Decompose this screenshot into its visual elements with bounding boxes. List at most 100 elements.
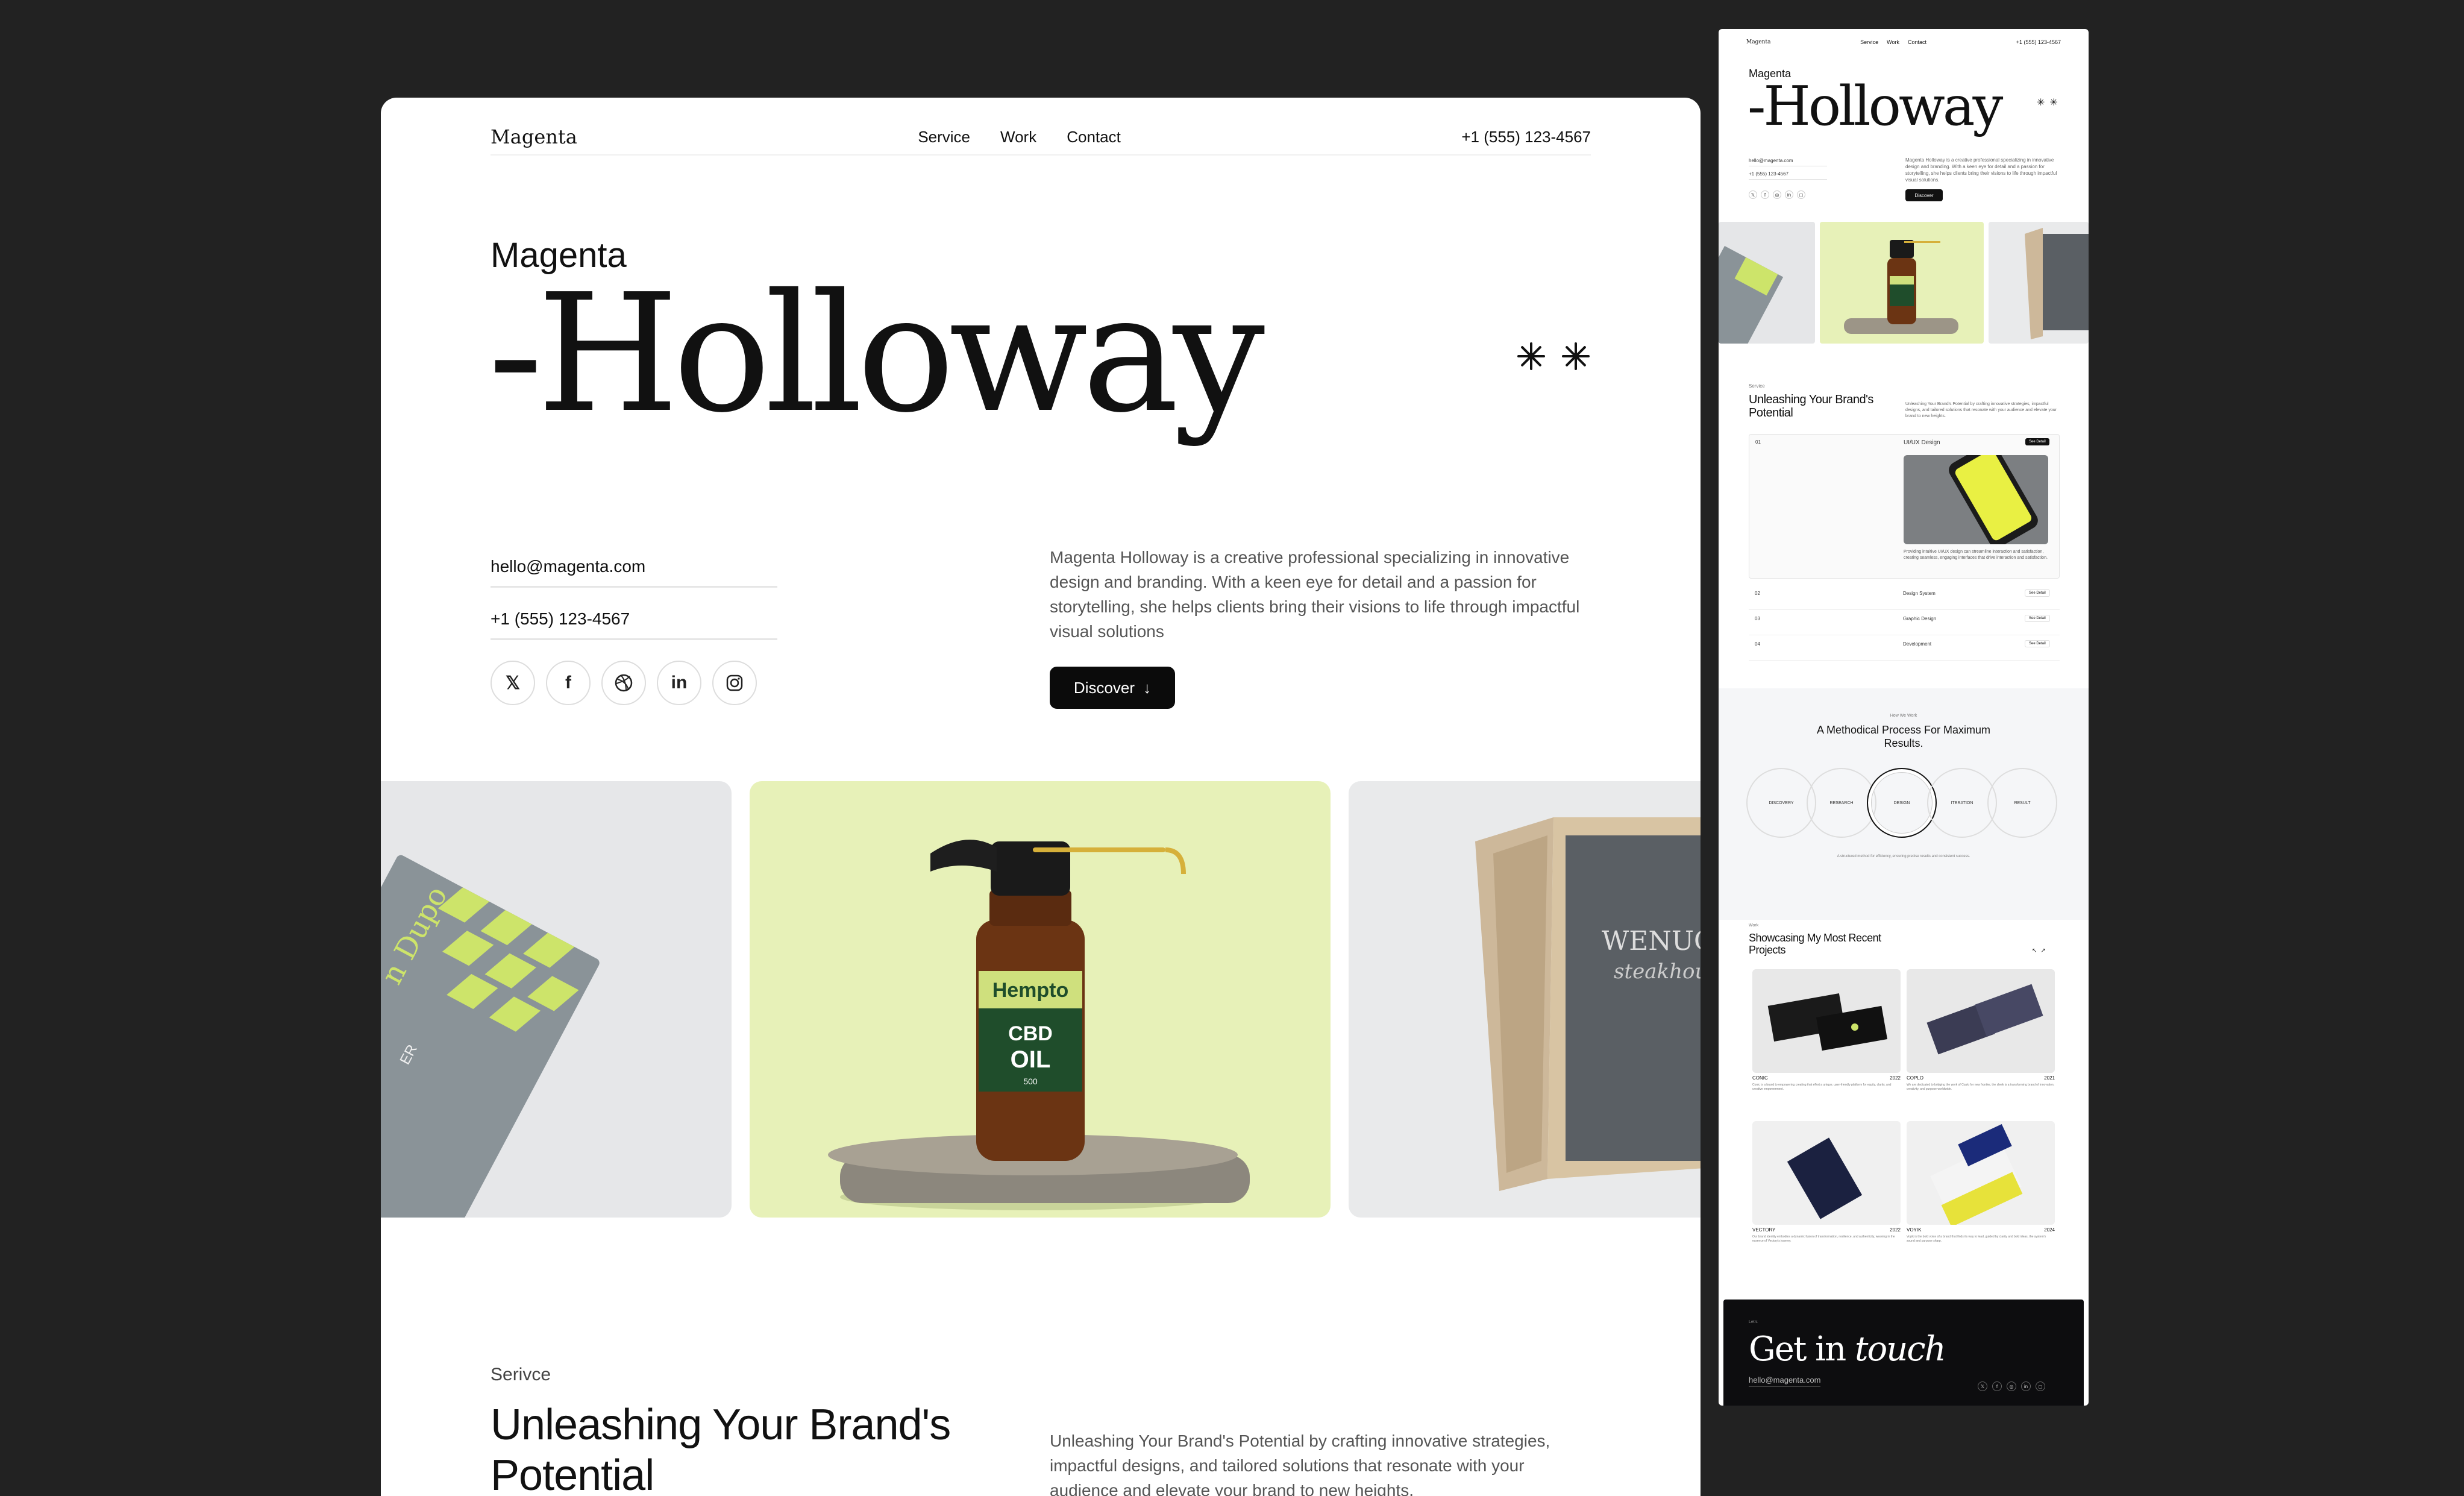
side-footer: Let's Get in touch hello@magenta.com 𝕏 f…: [1723, 1300, 2084, 1406]
nav-phone[interactable]: +1 (555) 123-4567: [1461, 128, 1591, 146]
footer-title-plain: Get in: [1749, 1330, 1846, 1369]
side-service-description: Unleashing Your Brand's Potential by cra…: [1905, 402, 2057, 418]
facebook-icon[interactable]: f: [546, 661, 591, 705]
service-title: Unleashing Your Brand's Potential: [491, 1401, 951, 1496]
bottle-product-line1: CBD: [1008, 1022, 1053, 1045]
side-service-row[interactable]: 03 Graphic Design See Detail: [1749, 610, 2060, 635]
sign-title: WENUQ: [1602, 926, 1701, 957]
linkedin-icon[interactable]: in: [657, 661, 701, 705]
discover-label: Discover: [1073, 678, 1135, 697]
project-year: 2022: [1890, 1227, 1901, 1233]
sign-script: steakhous: [1614, 960, 1701, 984]
gallery-card-cbd-bottle[interactable]: Hempto CBD OIL 500: [750, 781, 1331, 1218]
hero-description: Magenta Holloway is a creative professio…: [1050, 548, 1580, 641]
side-service-num: 02: [1755, 591, 1760, 596]
asterisk-icon: [1516, 341, 1546, 371]
desktop-preview: Magenta Service Work Contact +1 (555) 12…: [381, 98, 1701, 1496]
side-nav-phone[interactable]: +1 (555) 123-4567: [2016, 39, 2061, 45]
logo[interactable]: Magenta: [491, 125, 577, 148]
side-gallery-card-1[interactable]: [1719, 222, 1815, 344]
project-text: Conic is a brand to empowering creating …: [1752, 1083, 1892, 1091]
side-service-item-expanded[interactable]: 01 UI/UX Design See Detail Providing int…: [1749, 434, 2060, 579]
bottle-dose: 500: [1023, 1076, 1038, 1086]
project-card[interactable]: [1907, 1121, 2055, 1225]
dribbble-icon[interactable]: ◎: [2007, 1381, 2016, 1391]
x-icon[interactable]: 𝕏: [1978, 1381, 1987, 1391]
instagram-icon[interactable]: [712, 661, 757, 705]
side-description: Magenta Holloway is a creative professio…: [1905, 157, 2057, 183]
linkedin-icon[interactable]: in: [1785, 190, 1793, 199]
service-kicker: Serivce: [491, 1365, 551, 1384]
side-service-num-1: 01: [1755, 439, 1761, 445]
nav-link-contact[interactable]: Contact: [1067, 128, 1121, 146]
project-name: CONIC: [1752, 1075, 1768, 1081]
instagram-icon[interactable]: ◻: [2036, 1381, 2045, 1391]
side-logo[interactable]: Magenta: [1746, 39, 1770, 45]
process-step-active: DESIGN: [1867, 768, 1937, 838]
side-hero-title: -Holloway: [1748, 75, 2003, 138]
side-social: 𝕏 f ◎ in ◻: [1749, 190, 1805, 199]
project-name: VECTORY: [1752, 1227, 1776, 1233]
x-icon[interactable]: 𝕏: [1749, 190, 1757, 199]
process-step: RESEARCH: [1807, 768, 1876, 838]
facebook-icon[interactable]: f: [1761, 190, 1769, 199]
x-icon[interactable]: 𝕏: [491, 661, 535, 705]
project-meta: VECTORY 2022 Our brand identity embodies …: [1752, 1227, 1901, 1243]
side-service-text-1: Providing intuitive UI/UX design can str…: [1904, 550, 2048, 560]
project-card[interactable]: [1907, 969, 2055, 1073]
side-nav: Magenta Service Work Contact +1 (555) 12…: [1746, 35, 2061, 49]
side-nav-service[interactable]: Service: [1860, 39, 1878, 45]
full-page-preview: Magenta Service Work Contact +1 (555) 12…: [1719, 29, 2089, 1406]
nav-link-work[interactable]: Work: [1000, 128, 1036, 146]
side-service-row[interactable]: 04 Development See Detail: [1749, 635, 2060, 661]
facebook-icon[interactable]: f: [1992, 1381, 2002, 1391]
project-text: Our brand identity embodies a dynamic fu…: [1752, 1235, 1895, 1243]
dribbble-icon[interactable]: [601, 661, 646, 705]
side-email[interactable]: hello@magenta.com: [1749, 158, 1827, 166]
gallery-card-sign[interactable]: WENUQ steakhous: [1349, 781, 1701, 1218]
side-service-row[interactable]: 02 Design System See Detail: [1749, 585, 2060, 610]
instagram-icon[interactable]: ◻: [1797, 190, 1805, 199]
discover-button[interactable]: Discover ↓: [1050, 667, 1175, 709]
bottle-product-line2: OIL: [1010, 1046, 1051, 1073]
arrow-left-icon[interactable]: ↖: [2032, 948, 2040, 954]
side-service-action[interactable]: See Detail: [2025, 615, 2050, 622]
side-nav-contact[interactable]: Contact: [1908, 39, 1926, 45]
side-service-kicker: Service: [1749, 383, 1765, 389]
project-card[interactable]: [1752, 1121, 1901, 1225]
side-gallery-card-2[interactable]: [1820, 222, 1984, 344]
social-links: 𝕏 f in: [491, 661, 757, 705]
side-service-action[interactable]: See Detail: [2025, 640, 2050, 647]
side-work-kicker: Work: [1749, 923, 1759, 928]
side-service-action-1[interactable]: See Detail: [2025, 438, 2049, 445]
gallery-card-business-card[interactable]: n Dupo ER: [381, 781, 732, 1218]
process-steps: DISCOVERY RESEARCH DESIGN ITERATION RESU…: [1746, 768, 2060, 840]
side-gallery-card-3[interactable]: [1989, 222, 2089, 344]
service-description: Unleashing Your Brand's Potential by cra…: [1050, 1432, 1550, 1496]
top-nav: Magenta Service Work Contact +1 (555) 12…: [491, 119, 1591, 156]
footer-title-italic: touch: [1854, 1330, 1946, 1369]
project-text: We are dedicated to bridging the work of…: [1907, 1083, 2055, 1091]
asterisk-icon: [1561, 341, 1591, 371]
side-work-nav: ↖↗: [2032, 948, 2049, 954]
side-discover-button[interactable]: Discover: [1905, 189, 1943, 201]
contact-email[interactable]: hello@magenta.com: [491, 551, 777, 588]
side-process-kicker: How We Work: [1890, 714, 1917, 718]
side-nav-work[interactable]: Work: [1887, 39, 1899, 45]
side-service-label-1: UI/UX Design: [1904, 439, 1940, 446]
linkedin-icon[interactable]: in: [2021, 1381, 2031, 1391]
side-service-action[interactable]: See Detail: [2025, 589, 2050, 597]
nav-link-service[interactable]: Service: [918, 128, 970, 146]
arrow-right-icon[interactable]: ↗: [2040, 948, 2049, 954]
project-card[interactable]: [1752, 969, 1901, 1073]
side-process-title: A Methodical Process For Maximum Results…: [1816, 724, 1991, 749]
contact-block: hello@magenta.com +1 (555) 123-4567: [491, 551, 777, 656]
side-phone[interactable]: +1 (555) 123-4567: [1749, 171, 1827, 180]
side-service-title: Unleashing Your Brand's Potential: [1749, 393, 1873, 420]
side-footer-email[interactable]: hello@magenta.com: [1749, 1375, 1821, 1387]
side-footer-title: Get in touch: [1749, 1330, 1946, 1369]
dribbble-icon[interactable]: ◎: [1773, 190, 1781, 199]
side-service-image: [1904, 455, 2048, 544]
side-stars: ✳✳: [2037, 98, 2063, 108]
contact-phone[interactable]: +1 (555) 123-4567: [491, 603, 777, 640]
